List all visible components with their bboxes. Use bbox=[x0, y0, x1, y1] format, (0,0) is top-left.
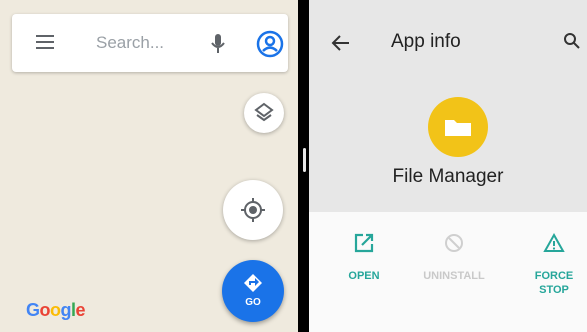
search-icon[interactable] bbox=[563, 32, 581, 50]
uninstall-button: UNINSTALL bbox=[419, 232, 489, 283]
app-info-pane: App info File Manager OPEN UNINSTALL FOR… bbox=[309, 0, 587, 332]
force-stop-button[interactable]: FORCE STOP bbox=[519, 232, 587, 297]
maps-search-bar[interactable]: Search... bbox=[12, 14, 288, 72]
account-icon[interactable] bbox=[256, 30, 284, 58]
my-location-button[interactable] bbox=[223, 180, 283, 240]
uninstall-label: UNINSTALL bbox=[423, 270, 485, 282]
open-button[interactable]: OPEN bbox=[329, 232, 399, 283]
menu-icon[interactable] bbox=[36, 35, 54, 51]
layers-icon bbox=[254, 102, 274, 122]
open-label: OPEN bbox=[348, 270, 380, 282]
maps-pane: Search... GO Google bbox=[0, 0, 298, 332]
open-icon bbox=[354, 233, 374, 253]
back-arrow-icon[interactable] bbox=[331, 34, 351, 52]
maps-search-input[interactable]: Search... bbox=[96, 33, 164, 53]
uninstall-icon bbox=[445, 234, 463, 252]
app-name: File Manager bbox=[392, 166, 504, 187]
warning-icon bbox=[543, 232, 565, 252]
go-label: GO bbox=[245, 297, 261, 308]
layers-button[interactable] bbox=[244, 93, 284, 133]
app-actions-row: OPEN UNINSTALL FORCE STOP bbox=[309, 212, 587, 332]
directions-icon bbox=[244, 274, 262, 292]
folder-icon bbox=[445, 120, 471, 136]
google-logo: Google bbox=[26, 300, 86, 320]
mic-icon[interactable] bbox=[210, 32, 226, 56]
file-manager-app-icon bbox=[428, 97, 488, 157]
split-divider-handle[interactable] bbox=[303, 148, 306, 172]
my-location-icon bbox=[241, 198, 265, 222]
force-stop-label: FORCE STOP bbox=[534, 270, 574, 296]
directions-go-button[interactable]: GO bbox=[222, 260, 284, 322]
app-info-header: App info File Manager bbox=[309, 0, 587, 212]
page-title: App info bbox=[391, 31, 461, 52]
